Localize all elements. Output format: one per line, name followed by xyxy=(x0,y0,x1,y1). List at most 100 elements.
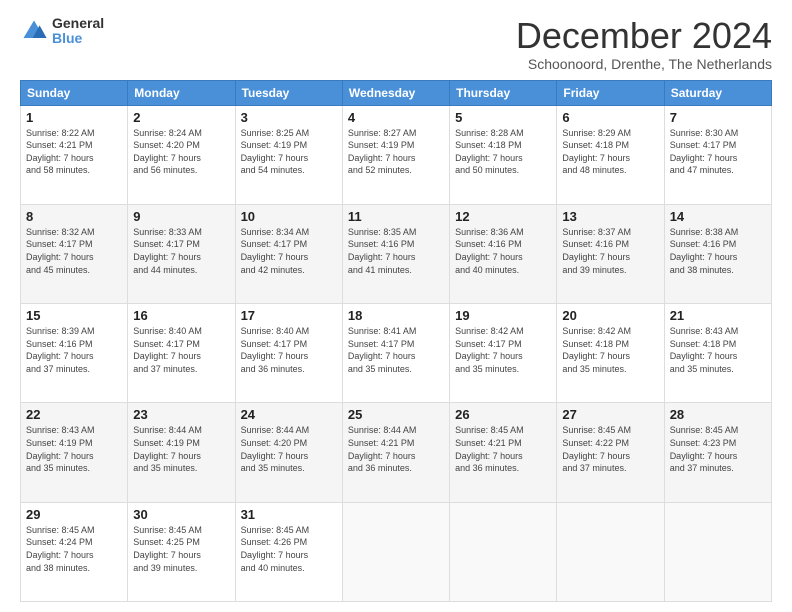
day-number: 15 xyxy=(26,308,122,323)
logo-blue: Blue xyxy=(52,31,104,46)
day-number: 28 xyxy=(670,407,766,422)
day-info: Sunrise: 8:41 AM Sunset: 4:17 PM Dayligh… xyxy=(348,325,444,375)
day-number: 19 xyxy=(455,308,551,323)
day-info: Sunrise: 8:45 AM Sunset: 4:21 PM Dayligh… xyxy=(455,424,551,474)
calendar-cell xyxy=(342,502,449,601)
day-info: Sunrise: 8:38 AM Sunset: 4:16 PM Dayligh… xyxy=(670,226,766,276)
logo-general: General xyxy=(52,16,104,31)
calendar-week-5: 29 Sunrise: 8:45 AM Sunset: 4:24 PM Dayli… xyxy=(21,502,772,601)
day-number: 9 xyxy=(133,209,229,224)
calendar-cell: 30 Sunrise: 8:45 AM Sunset: 4:25 PM Dayli… xyxy=(128,502,235,601)
day-number: 31 xyxy=(241,507,337,522)
calendar-cell: 21 Sunrise: 8:43 AM Sunset: 4:18 PM Dayli… xyxy=(664,304,771,403)
calendar-cell: 10 Sunrise: 8:34 AM Sunset: 4:17 PM Dayli… xyxy=(235,204,342,303)
day-number: 13 xyxy=(562,209,658,224)
day-number: 6 xyxy=(562,110,658,125)
title-block: December 2024 Schoonoord, Drenthe, The N… xyxy=(516,16,772,72)
day-number: 23 xyxy=(133,407,229,422)
day-info: Sunrise: 8:42 AM Sunset: 4:17 PM Dayligh… xyxy=(455,325,551,375)
weekday-header-tuesday: Tuesday xyxy=(235,80,342,105)
day-number: 14 xyxy=(670,209,766,224)
day-number: 4 xyxy=(348,110,444,125)
calendar-cell: 29 Sunrise: 8:45 AM Sunset: 4:24 PM Dayli… xyxy=(21,502,128,601)
calendar-cell: 17 Sunrise: 8:40 AM Sunset: 4:17 PM Dayli… xyxy=(235,304,342,403)
calendar-cell xyxy=(664,502,771,601)
header: General Blue December 2024 Schoonoord, D… xyxy=(20,16,772,72)
day-info: Sunrise: 8:34 AM Sunset: 4:17 PM Dayligh… xyxy=(241,226,337,276)
weekday-header-saturday: Saturday xyxy=(664,80,771,105)
calendar-cell: 5 Sunrise: 8:28 AM Sunset: 4:18 PM Daylig… xyxy=(450,105,557,204)
day-number: 17 xyxy=(241,308,337,323)
calendar-cell: 14 Sunrise: 8:38 AM Sunset: 4:16 PM Dayli… xyxy=(664,204,771,303)
day-info: Sunrise: 8:43 AM Sunset: 4:18 PM Dayligh… xyxy=(670,325,766,375)
day-number: 5 xyxy=(455,110,551,125)
day-info: Sunrise: 8:27 AM Sunset: 4:19 PM Dayligh… xyxy=(348,127,444,177)
day-info: Sunrise: 8:29 AM Sunset: 4:18 PM Dayligh… xyxy=(562,127,658,177)
day-info: Sunrise: 8:30 AM Sunset: 4:17 PM Dayligh… xyxy=(670,127,766,177)
calendar-cell: 3Sunrise: 8:25 AM Sunset: 4:19 PM Daylig… xyxy=(235,105,342,204)
logo-icon xyxy=(20,17,48,45)
calendar-cell: 26Sunrise: 8:45 AM Sunset: 4:21 PM Dayli… xyxy=(450,403,557,502)
calendar-cell: 27 Sunrise: 8:45 AM Sunset: 4:22 PM Dayli… xyxy=(557,403,664,502)
day-number: 24 xyxy=(241,407,337,422)
calendar-cell: 20 Sunrise: 8:42 AM Sunset: 4:18 PM Dayli… xyxy=(557,304,664,403)
day-info: Sunrise: 8:45 AM Sunset: 4:23 PM Dayligh… xyxy=(670,424,766,474)
day-info: Sunrise: 8:36 AM Sunset: 4:16 PM Dayligh… xyxy=(455,226,551,276)
calendar-cell: 24Sunrise: 8:44 AM Sunset: 4:20 PM Dayli… xyxy=(235,403,342,502)
day-number: 1 xyxy=(26,110,122,125)
calendar-cell: 12 Sunrise: 8:36 AM Sunset: 4:16 PM Dayli… xyxy=(450,204,557,303)
day-number: 2 xyxy=(133,110,229,125)
day-info: Sunrise: 8:24 AM Sunset: 4:20 PM Dayligh… xyxy=(133,127,229,177)
day-info: Sunrise: 8:45 AM Sunset: 4:22 PM Dayligh… xyxy=(562,424,658,474)
day-info: Sunrise: 8:45 AM Sunset: 4:24 PM Dayligh… xyxy=(26,524,122,574)
day-number: 20 xyxy=(562,308,658,323)
day-number: 3 xyxy=(241,110,337,125)
calendar-cell: 28 Sunrise: 8:45 AM Sunset: 4:23 PM Dayli… xyxy=(664,403,771,502)
calendar-cell xyxy=(557,502,664,601)
calendar-cell xyxy=(450,502,557,601)
calendar-cell: 2 Sunrise: 8:24 AM Sunset: 4:20 PM Daylig… xyxy=(128,105,235,204)
calendar-week-3: 15 Sunrise: 8:39 AM Sunset: 4:16 PM Dayli… xyxy=(21,304,772,403)
calendar-cell: 25Sunrise: 8:44 AM Sunset: 4:21 PM Dayli… xyxy=(342,403,449,502)
day-number: 11 xyxy=(348,209,444,224)
calendar-cell: 19 Sunrise: 8:42 AM Sunset: 4:17 PM Dayli… xyxy=(450,304,557,403)
day-number: 27 xyxy=(562,407,658,422)
calendar-cell: 23Sunrise: 8:44 AM Sunset: 4:19 PM Dayli… xyxy=(128,403,235,502)
day-info: Sunrise: 8:39 AM Sunset: 4:16 PM Dayligh… xyxy=(26,325,122,375)
weekday-header-thursday: Thursday xyxy=(450,80,557,105)
day-number: 25 xyxy=(348,407,444,422)
weekday-header-monday: Monday xyxy=(128,80,235,105)
day-number: 10 xyxy=(241,209,337,224)
day-number: 7 xyxy=(670,110,766,125)
calendar-cell: 11Sunrise: 8:35 AM Sunset: 4:16 PM Dayli… xyxy=(342,204,449,303)
logo-text: General Blue xyxy=(52,16,104,47)
day-number: 30 xyxy=(133,507,229,522)
day-info: Sunrise: 8:40 AM Sunset: 4:17 PM Dayligh… xyxy=(241,325,337,375)
day-info: Sunrise: 8:22 AM Sunset: 4:21 PM Dayligh… xyxy=(26,127,122,177)
calendar-subtitle: Schoonoord, Drenthe, The Netherlands xyxy=(516,56,772,72)
day-info: Sunrise: 8:43 AM Sunset: 4:19 PM Dayligh… xyxy=(26,424,122,474)
day-number: 29 xyxy=(26,507,122,522)
day-number: 16 xyxy=(133,308,229,323)
day-info: Sunrise: 8:33 AM Sunset: 4:17 PM Dayligh… xyxy=(133,226,229,276)
calendar-week-1: 1 Sunrise: 8:22 AM Sunset: 4:21 PM Daylig… xyxy=(21,105,772,204)
calendar-table: SundayMondayTuesdayWednesdayThursdayFrid… xyxy=(20,80,772,602)
day-info: Sunrise: 8:45 AM Sunset: 4:25 PM Dayligh… xyxy=(133,524,229,574)
day-number: 21 xyxy=(670,308,766,323)
weekday-header-row: SundayMondayTuesdayWednesdayThursdayFrid… xyxy=(21,80,772,105)
day-info: Sunrise: 8:28 AM Sunset: 4:18 PM Dayligh… xyxy=(455,127,551,177)
weekday-header-friday: Friday xyxy=(557,80,664,105)
calendar-cell: 22 Sunrise: 8:43 AM Sunset: 4:19 PM Dayli… xyxy=(21,403,128,502)
day-number: 22 xyxy=(26,407,122,422)
calendar-cell: 16Sunrise: 8:40 AM Sunset: 4:17 PM Dayli… xyxy=(128,304,235,403)
day-info: Sunrise: 8:45 AM Sunset: 4:26 PM Dayligh… xyxy=(241,524,337,574)
day-info: Sunrise: 8:42 AM Sunset: 4:18 PM Dayligh… xyxy=(562,325,658,375)
weekday-header-sunday: Sunday xyxy=(21,80,128,105)
calendar-cell: 13Sunrise: 8:37 AM Sunset: 4:16 PM Dayli… xyxy=(557,204,664,303)
calendar-cell: 31 Sunrise: 8:45 AM Sunset: 4:26 PM Dayli… xyxy=(235,502,342,601)
calendar-cell: 1 Sunrise: 8:22 AM Sunset: 4:21 PM Daylig… xyxy=(21,105,128,204)
weekday-header-wednesday: Wednesday xyxy=(342,80,449,105)
day-info: Sunrise: 8:32 AM Sunset: 4:17 PM Dayligh… xyxy=(26,226,122,276)
calendar-cell: 6 Sunrise: 8:29 AM Sunset: 4:18 PM Daylig… xyxy=(557,105,664,204)
day-number: 12 xyxy=(455,209,551,224)
